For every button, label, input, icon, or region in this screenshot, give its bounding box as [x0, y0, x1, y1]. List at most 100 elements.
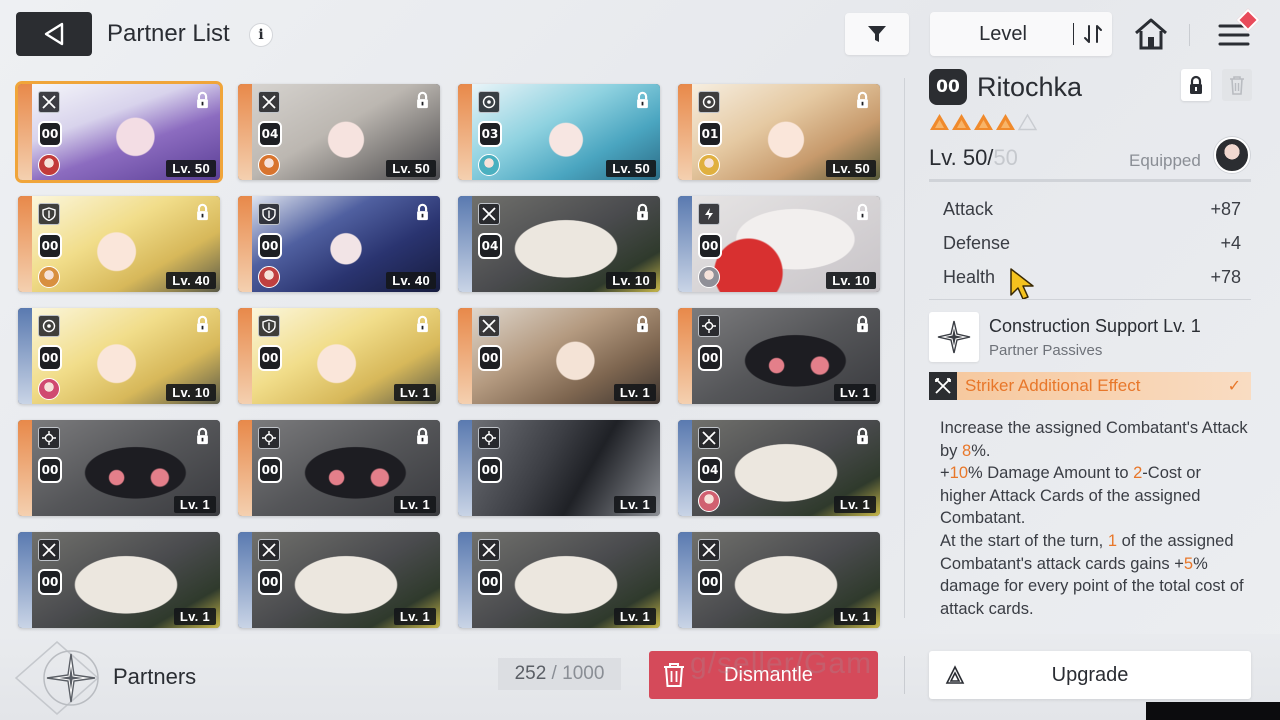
corner-overlay — [1146, 702, 1280, 720]
highlight-value: 8 — [962, 441, 972, 460]
partner-card[interactable]: 00 Lv. 1 — [238, 532, 440, 628]
shield-icon — [258, 203, 280, 225]
potential-badge: 04 — [698, 457, 722, 483]
rarity-strip — [18, 420, 32, 516]
menu-button[interactable] — [1208, 8, 1260, 56]
upgrade-button[interactable]: Upgrade — [929, 651, 1251, 699]
partner-card[interactable]: 00 Lv. 40 — [238, 196, 440, 292]
partner-card[interactable]: 03 Lv. 50 — [458, 84, 660, 180]
partner-card[interactable]: 00 Lv. 1 — [458, 532, 660, 628]
stat-list: Attack +87 Defense +4 Health +78 — [929, 192, 1251, 294]
partner-count: 252 / 1000 — [498, 658, 621, 690]
filter-icon — [868, 26, 886, 42]
highlight-value: 2 — [1133, 464, 1143, 483]
lock-icon — [193, 202, 211, 222]
info-icon[interactable]: i — [249, 23, 273, 47]
lock-icon — [633, 90, 651, 110]
potential-badge: 00 — [258, 569, 282, 595]
partner-card[interactable]: 00 Lv. 1 — [678, 532, 880, 628]
back-button[interactable] — [16, 12, 92, 56]
potential-badge: 00 — [38, 233, 62, 259]
footer-divider — [904, 656, 905, 694]
lock-icon — [413, 314, 431, 334]
card-level: Lv. 1 — [173, 608, 216, 625]
equipped-combatant-avatar — [478, 154, 500, 176]
equipped-combatant-avatar — [258, 154, 280, 176]
stat-defense: Defense +4 — [929, 226, 1251, 260]
equipped-avatar[interactable] — [1214, 137, 1250, 173]
card-level: Lv. 50 — [606, 160, 656, 177]
highlight-value: 5 — [1183, 554, 1194, 573]
description-text: + — [940, 464, 950, 483]
sort-order-icon — [1084, 25, 1102, 43]
shield-icon — [258, 315, 280, 337]
detail-trash-button[interactable] — [1222, 69, 1252, 101]
target-icon — [698, 91, 720, 113]
lock-icon — [413, 426, 431, 446]
back-arrow-icon — [44, 22, 64, 46]
crossed-swords-icon — [478, 315, 500, 337]
sort-label: Level — [979, 22, 1027, 45]
upgrade-arrow-icon — [945, 665, 965, 684]
partner-card[interactable]: 04 Lv. 50 — [238, 84, 440, 180]
stat-value: +87 — [1210, 198, 1241, 219]
card-level: Lv. 1 — [393, 608, 436, 625]
stat-label: Health — [943, 266, 996, 287]
partner-card[interactable]: 04 Lv. 1 — [678, 420, 880, 516]
rarity-strip — [238, 308, 252, 404]
rarity-strip — [18, 308, 32, 404]
partner-card[interactable]: 01 Lv. 50 — [678, 84, 880, 180]
partner-card[interactable]: 00 Lv. 1 — [18, 532, 220, 628]
potential-badge: 04 — [478, 233, 502, 259]
lock-icon — [853, 202, 871, 222]
home-button[interactable] — [1130, 14, 1172, 54]
equipped-combatant-avatar — [698, 154, 720, 176]
panel-divider — [904, 78, 905, 618]
potential-badge: 04 — [258, 121, 282, 147]
partner-card[interactable]: 00 Lv. 1 — [238, 308, 440, 404]
watermark-text: g/seller/Gam — [690, 647, 873, 680]
partner-card[interactable]: 00 Lv. 40 — [18, 196, 220, 292]
description-text: At the start of the turn, — [940, 531, 1108, 550]
sort-order-toggle[interactable] — [1078, 12, 1108, 56]
stat-health: Health +78 — [929, 260, 1251, 294]
partner-card[interactable]: 00 Lv. 1 — [238, 420, 440, 516]
header-divider — [1189, 24, 1190, 46]
potential-badge: 01 — [698, 121, 722, 147]
partner-card[interactable]: 00 Lv. 1 — [678, 308, 880, 404]
crosshair-icon — [38, 427, 60, 449]
filter-button[interactable] — [845, 13, 909, 55]
partner-card[interactable]: 00 Lv. 1 — [458, 420, 660, 516]
sort-dropdown[interactable]: Level — [930, 12, 1112, 56]
rarity-strip — [238, 420, 252, 516]
equipped-combatant-avatar — [698, 266, 720, 288]
rarity-stars — [929, 113, 1038, 131]
star-empty-icon — [1017, 113, 1038, 131]
partner-card[interactable]: 04 Lv. 10 — [458, 196, 660, 292]
partner-card[interactable]: 00 Lv. 1 — [18, 420, 220, 516]
skill-icon-box[interactable] — [929, 312, 979, 362]
card-level: Lv. 1 — [393, 496, 436, 513]
card-level: Lv. 1 — [613, 608, 656, 625]
detail-partner-badge: 00 — [929, 69, 967, 105]
skill-divider — [929, 299, 1251, 300]
page-title: Partner List — [107, 20, 230, 47]
shield-icon — [38, 203, 60, 225]
striker-effect-tab[interactable]: Striker Additional Effect ✓ — [929, 372, 1251, 400]
lock-icon — [193, 90, 211, 110]
rarity-strip — [678, 532, 692, 628]
target-icon — [478, 91, 500, 113]
partner-card[interactable]: 00 Lv. 10 — [678, 196, 880, 292]
equipped-combatant-avatar — [698, 490, 720, 512]
detail-lock-button[interactable] — [1181, 69, 1211, 101]
partner-card[interactable]: 00 Lv. 1 — [458, 308, 660, 404]
potential-badge: 00 — [698, 233, 722, 259]
crossed-swords-icon — [38, 91, 60, 113]
stat-value: +4 — [1220, 232, 1241, 253]
partner-card[interactable]: 00 Lv. 10 — [18, 308, 220, 404]
partner-card[interactable]: 00 Lv. 50 — [15, 81, 223, 183]
potential-badge: 00 — [258, 345, 282, 371]
partners-emblem-icon — [14, 641, 100, 715]
card-level: Lv. 50 — [826, 160, 876, 177]
description-text: % Damage Amount to — [968, 464, 1134, 483]
